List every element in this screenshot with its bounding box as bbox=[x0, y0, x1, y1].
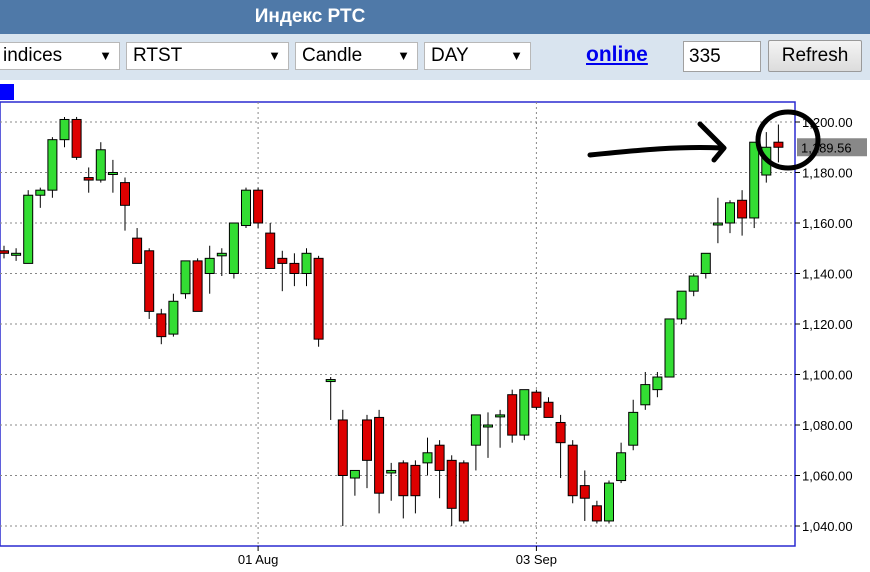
ytick-label: 1,180.00 bbox=[802, 166, 853, 181]
ytick-label: 1,100.00 bbox=[802, 368, 853, 383]
candle-body bbox=[325, 379, 336, 383]
refresh-button[interactable]: Refresh bbox=[768, 40, 862, 72]
ytick-label: 1,080.00 bbox=[802, 418, 853, 433]
candle-body bbox=[83, 177, 94, 181]
chart-area: 1,040.00 1,060.00 1,080.00 1,100.00 1,120.00… bbox=[0, 80, 870, 572]
candle-body bbox=[120, 182, 130, 206]
ytick-label: 1,160.00 bbox=[802, 216, 853, 231]
selection-marker[interactable] bbox=[0, 84, 14, 100]
ytick-label: 1,140.00 bbox=[802, 267, 853, 282]
candle-body bbox=[23, 194, 34, 264]
ytick-label: 1,120.00 bbox=[802, 317, 853, 332]
candle-body bbox=[458, 462, 469, 522]
count-input[interactable] bbox=[683, 41, 761, 72]
candlestick-chart: 1,040.00 1,060.00 1,080.00 1,100.00 1,120.00… bbox=[0, 101, 867, 567]
period-select-value: DAY bbox=[431, 45, 469, 66]
candle-body bbox=[519, 389, 530, 436]
online-link[interactable]: online bbox=[586, 43, 648, 67]
symbol-select-value: RTST bbox=[133, 45, 183, 66]
candle-body bbox=[228, 222, 239, 274]
toolbar: indices ▼ RTST ▼ Candle ▼ DAY ▼ online R… bbox=[0, 34, 870, 80]
candle-body bbox=[604, 482, 614, 522]
xtick-label: 01 Aug bbox=[238, 552, 279, 567]
candle-body bbox=[446, 459, 457, 509]
candle-body bbox=[470, 414, 481, 446]
candle-body bbox=[616, 452, 627, 482]
candle-body bbox=[11, 252, 22, 256]
candle-body bbox=[156, 313, 167, 338]
candle-body bbox=[434, 444, 445, 471]
category-select[interactable]: indices ▼ bbox=[0, 42, 120, 70]
candle-body bbox=[422, 452, 433, 464]
candle-body bbox=[688, 275, 699, 292]
candle-body bbox=[362, 419, 372, 461]
candle-body bbox=[71, 118, 82, 158]
candle-body bbox=[737, 199, 748, 219]
candle-body bbox=[410, 464, 421, 497]
candle-body bbox=[773, 141, 784, 148]
chevron-down-icon: ▼ bbox=[510, 48, 523, 63]
candle-body bbox=[313, 257, 324, 340]
candle-body bbox=[241, 189, 251, 227]
candle-body bbox=[301, 252, 312, 275]
candle-body bbox=[398, 462, 409, 497]
current-price-label: 1,189.56 bbox=[801, 140, 852, 155]
candle-body bbox=[277, 257, 288, 264]
category-select-value: indices bbox=[3, 45, 63, 66]
candle-body bbox=[337, 419, 348, 477]
candle-body bbox=[664, 318, 675, 378]
candle-body bbox=[144, 250, 155, 312]
candle-body bbox=[676, 290, 687, 320]
candle-body bbox=[531, 391, 542, 408]
candle-body bbox=[192, 260, 203, 312]
candle-body bbox=[180, 260, 191, 295]
window-title: Индекс РТС bbox=[254, 6, 366, 27]
candle-body bbox=[712, 222, 723, 226]
candle-body bbox=[567, 444, 578, 497]
candle-body bbox=[349, 469, 360, 479]
candle-body bbox=[289, 262, 300, 274]
candle-body bbox=[0, 250, 9, 254]
candle-body bbox=[265, 232, 276, 269]
chevron-down-icon: ▼ bbox=[397, 48, 410, 63]
period-select[interactable]: DAY ▼ bbox=[424, 42, 531, 70]
candle-body bbox=[749, 141, 760, 219]
candle-body bbox=[107, 172, 118, 175]
candle-body bbox=[495, 414, 506, 418]
candle-body bbox=[555, 421, 566, 444]
candle-body bbox=[591, 505, 602, 522]
candle-body bbox=[700, 252, 711, 275]
candle-body bbox=[95, 149, 106, 181]
candle-body bbox=[132, 237, 143, 264]
chevron-down-icon: ▼ bbox=[268, 48, 281, 63]
candle-body bbox=[168, 300, 179, 335]
candle-body bbox=[59, 118, 70, 141]
candle-body bbox=[543, 401, 554, 418]
candle-body bbox=[216, 252, 227, 257]
candle-body bbox=[640, 384, 651, 406]
candle-body bbox=[35, 189, 46, 196]
candle-body bbox=[374, 416, 385, 494]
candle-body bbox=[47, 139, 58, 191]
candle-body bbox=[579, 485, 590, 499]
candle-body bbox=[483, 424, 493, 428]
title-bar: Индекс РТС bbox=[0, 0, 870, 34]
chart-type-select-value: Candle bbox=[302, 45, 363, 66]
chart-type-select[interactable]: Candle ▼ bbox=[295, 42, 418, 70]
candle-body bbox=[253, 189, 264, 224]
candle-body bbox=[725, 202, 735, 224]
candle-body bbox=[652, 376, 663, 391]
ytick-label: 1,040.00 bbox=[802, 519, 853, 534]
chevron-down-icon: ▼ bbox=[99, 48, 112, 63]
candle-body bbox=[204, 257, 215, 275]
symbol-select[interactable]: RTST ▼ bbox=[126, 42, 289, 70]
candle-body bbox=[628, 411, 639, 446]
xtick-label: 03 Sep bbox=[516, 552, 557, 567]
candle-body bbox=[386, 469, 397, 474]
candle-body bbox=[507, 394, 518, 436]
ytick-label: 1,060.00 bbox=[802, 469, 853, 484]
